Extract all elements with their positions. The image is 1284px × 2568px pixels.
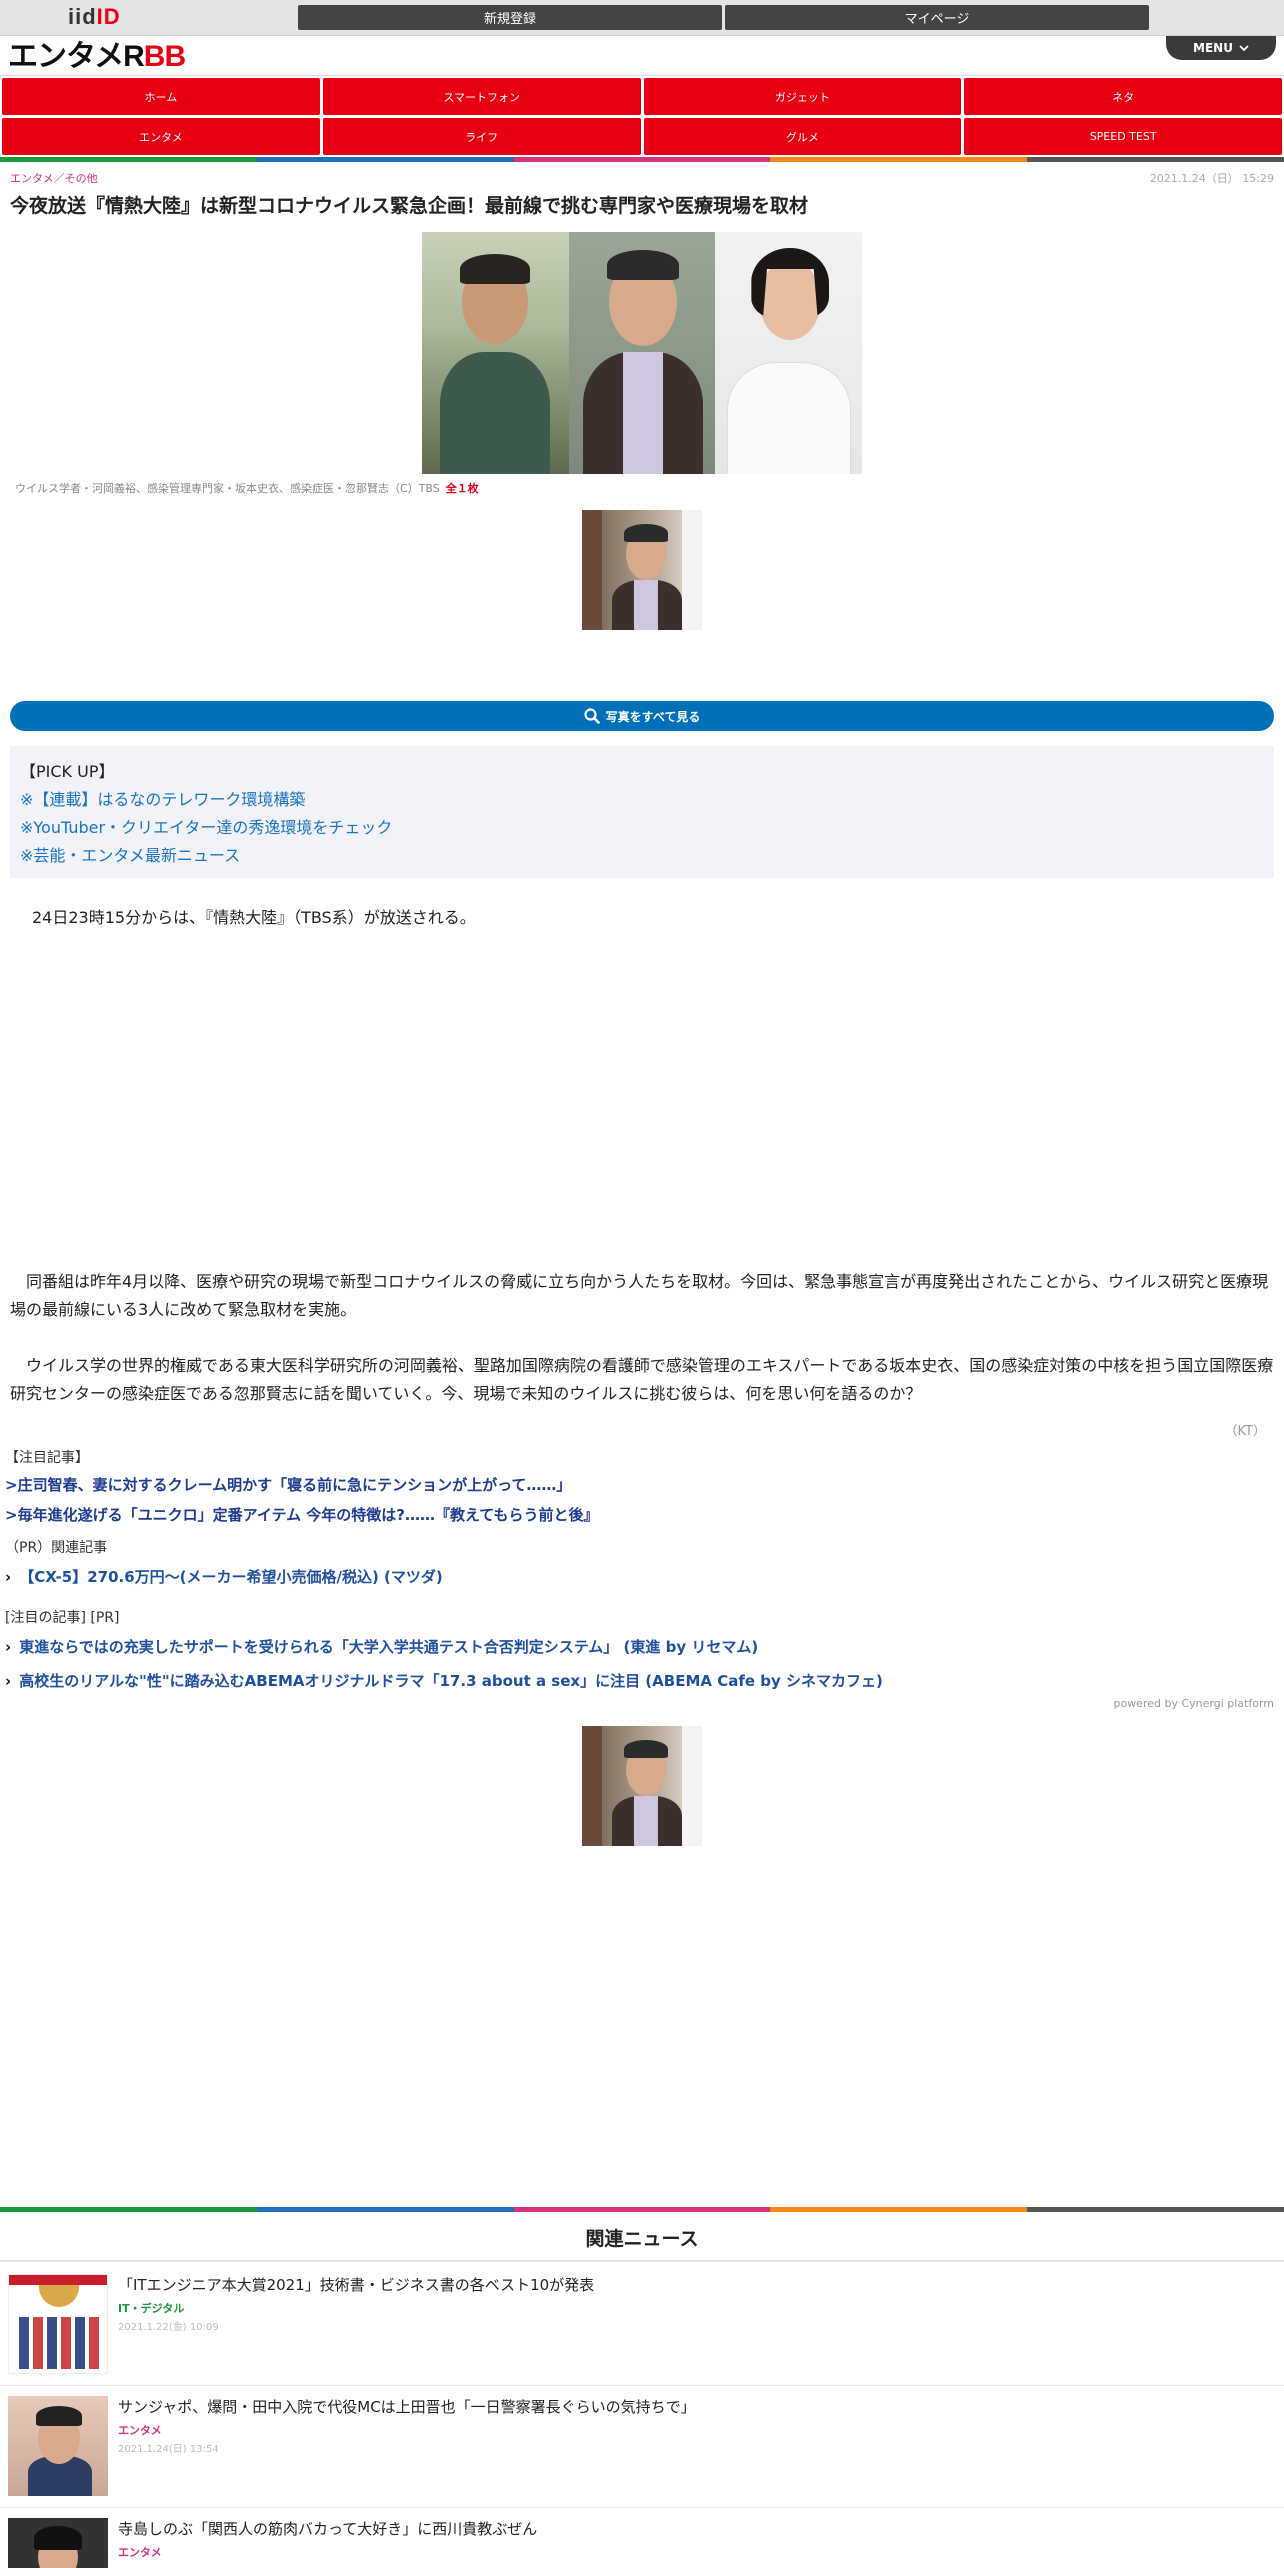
nav-item-home[interactable]: ホーム [2, 78, 320, 115]
related-news-item[interactable]: 寺島しのぶ「関西人の筋肉バカって大好き」に西川貴教ぶぜん エンタメ [0, 2508, 1284, 2568]
photo-caption-text: ウイルス学者・河岡義裕、感染管理専門家・坂本史衣、感染症医・忽那賢志（C）TBS [15, 482, 440, 495]
article-title: 今夜放送『情熱大陸』は新型コロナウイルス緊急企画！最前線で挑む専門家や医療現場を… [10, 195, 809, 217]
photo-caption: ウイルス学者・河岡義裕、感染管理専門家・坂本史衣、感染症医・忽那賢志（C）TBS… [15, 480, 479, 496]
related-news-date: 2021.1.24(日) 13:54 [118, 2444, 219, 2455]
mypage-button[interactable]: マイページ [725, 5, 1149, 30]
photo-thumbnail[interactable] [582, 510, 702, 630]
nav-item-gourmet[interactable]: グルメ [643, 118, 962, 155]
site-logo-bb: BB [143, 40, 186, 73]
related-news-title-text: サンジャポ、爆問・田中入院で代役MCは上田晋也「一日警察署長ぐらいの気持ちで」 [118, 2398, 696, 2416]
nav-item-smartphone[interactable]: スマートフォン [322, 78, 641, 115]
iid-logo[interactable]: iidID [68, 4, 121, 30]
pickup-link[interactable]: ※【連載】はるなのテレワーク環境構築 [20, 786, 1264, 814]
pickup-label: 【PICK UP】 [20, 762, 115, 781]
chevron-right-icon: › [5, 1638, 12, 1656]
related-news-category: エンタメ [118, 2424, 162, 2437]
related-news-item[interactable]: サンジャポ、爆問・田中入院で代役MCは上田晋也「一日警察署長ぐらいの気持ちで」 … [0, 2386, 1284, 2508]
featured-heading: 【注目記事】 [5, 1450, 89, 1466]
divider [0, 2260, 1284, 2262]
related-news-thumbnail [8, 2274, 108, 2374]
article-paragraph: 24日23時15分からは、『情熱大陸』（TBS系）が放送される。 [32, 908, 476, 927]
color-stripe [0, 2207, 1284, 2212]
powered-by[interactable]: powered by Cynergi platform [1113, 1697, 1274, 1710]
article-paragraph: 同番組は昨年4月以降、医療や研究の現場で新型コロナウイルスの脅威に立ち向かう人た… [10, 1272, 1269, 1319]
related-news-thumbnail [8, 2518, 108, 2568]
id-logo-text: ID [96, 4, 121, 29]
color-stripe [0, 157, 1284, 162]
article-main-photo[interactable] [422, 232, 863, 474]
site-header: エンタメRBB MENU [0, 36, 1284, 76]
nav-item-neta[interactable]: ネタ [964, 78, 1282, 115]
photo-person-1 [422, 232, 569, 474]
nav-item-life[interactable]: ライフ [322, 118, 641, 155]
photo-person-2 [568, 232, 716, 474]
article-category[interactable]: エンタメ／その他 [10, 170, 98, 186]
related-news-title-text: 「ITエンジニア本大賞2021」技術書・ビジネス書の各ベスト10が発表 [118, 2276, 595, 2294]
article-meta: エンタメ／その他 2021.1.24（日） 15:29 [0, 162, 1284, 186]
top-bar: iidID 新規登録 マイページ [0, 0, 1284, 36]
featured-pr-link-text: 高校生のリアルな"性"に踏み込むABEMAオリジナルドラマ「17.3 about… [19, 1672, 883, 1690]
article-date: 2021.1.24（日） 15:29 [1149, 172, 1274, 185]
iid-logo-text: iid [68, 4, 97, 29]
nav-item-speedtest[interactable]: SPEED TEST [964, 118, 1282, 155]
view-all-photos-label: 写真をすべて見る [605, 709, 701, 724]
featured-pr-link[interactable]: › 高校生のリアルな"性"に踏み込むABEMAオリジナルドラマ「17.3 abou… [5, 1664, 1279, 1698]
photo-person-3 [715, 232, 863, 474]
chevron-right-icon: › [5, 1568, 12, 1586]
pickup-box: 【PICK UP】 ※【連載】はるなのテレワーク環境構築 ※YouTuber・ク… [10, 746, 1274, 878]
pickup-link[interactable]: ※芸能・エンタメ最新ニュース [20, 842, 1264, 870]
nav-item-gadget[interactable]: ガジェット [643, 78, 962, 115]
pr-link-text: 【CX-5】270.6万円～(メーカー希望小売価格/税込) (マツダ) [19, 1568, 443, 1586]
nav-item-entame[interactable]: エンタメ [2, 118, 320, 155]
site-logo[interactable]: エンタメRBB [8, 40, 186, 74]
related-news-item[interactable]: 「ITエンジニア本大賞2021」技術書・ビジネス書の各ベスト10が発表 IT・デ… [0, 2264, 1284, 2386]
featured-pr-heading: [注目の記事] [PR] [5, 1610, 120, 1626]
site-logo-r: R [123, 40, 145, 73]
related-news-date: 2021.1.22(金) 10:09 [118, 2322, 219, 2333]
related-news-title: 関連ニュース [585, 2228, 699, 2250]
pr-link[interactable]: › 【CX-5】270.6万円～(メーカー希望小売価格/税込) (マツダ) [5, 1560, 1279, 1594]
related-news-thumbnail [8, 2396, 108, 2496]
featured-link[interactable]: >毎年進化遂げる「ユニクロ」定番アイテム 今年の特徴は?……『教えてもらう前と後… [5, 1500, 1279, 1530]
pr-related: （PR）関連記事 › 【CX-5】270.6万円～(メーカー希望小売価格/税込) … [5, 1536, 1279, 1594]
featured-articles: 【注目記事】 >庄司智春、妻に対するクレーム明かす「寝る前に急にテンションが上が… [5, 1446, 1279, 1530]
chevron-right-icon: › [5, 1672, 12, 1690]
featured-pr-link-text: 東進ならではの充実したサポートを受けられる「大学入学共通テスト合否判定システム」… [19, 1638, 759, 1656]
featured-pr-link[interactable]: › 東進ならではの充実したサポートを受けられる「大学入学共通テスト合否判定システム… [5, 1630, 1279, 1664]
featured-link[interactable]: >庄司智春、妻に対するクレーム明かす「寝る前に急にテンションが上がって……」 [5, 1470, 1279, 1500]
menu-label: MENU [1193, 41, 1233, 55]
photo-count[interactable]: 全１枚 [446, 482, 479, 495]
related-news-category: IT・デジタル [118, 2302, 185, 2315]
article-author: （KT） [1224, 1424, 1266, 1439]
featured-pr: [注目の記事] [PR] › 東進ならではの充実したサポートを受けられる「大学入学… [5, 1606, 1279, 1698]
menu-button[interactable]: MENU [1166, 36, 1276, 60]
related-news-title-text: 寺島しのぶ「関西人の筋肉バカって大好き」に西川貴教ぶぜん [118, 2520, 538, 2538]
category-nav: ホーム スマートフォン ガジェット ネタ エンタメ ライフ グルメ SPEED … [0, 76, 1284, 157]
view-all-photos-button[interactable]: 写真をすべて見る [10, 701, 1274, 731]
search-icon [584, 708, 600, 724]
photo-thumbnail[interactable] [582, 1726, 702, 1846]
pickup-link[interactable]: ※YouTuber・クリエイター達の秀逸環境をチェック [20, 814, 1264, 842]
site-logo-main: エンタメ [8, 40, 124, 73]
related-news-category: エンタメ [118, 2546, 162, 2559]
register-button[interactable]: 新規登録 [298, 5, 722, 30]
chevron-down-icon [1239, 45, 1249, 52]
article-paragraph: ウイルス学の世界的権威である東大医科学研究所の河岡義裕、聖路加国際病院の看護師で… [10, 1356, 1274, 1403]
pr-heading: （PR）関連記事 [5, 1540, 108, 1556]
